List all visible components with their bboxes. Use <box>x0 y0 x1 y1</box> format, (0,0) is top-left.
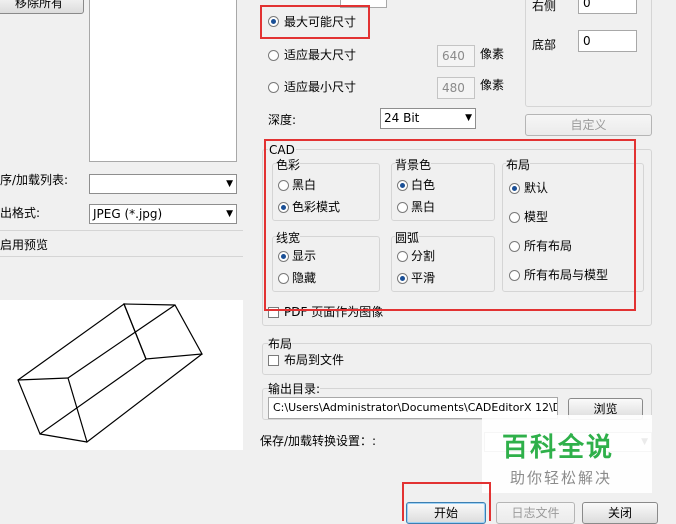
fit-max-size-label: 适应最大尺寸 <box>284 48 357 62</box>
depth-value: 24 Bit <box>384 111 420 125</box>
right-margin-label: 右侧 <box>532 0 557 13</box>
highlight-start <box>402 482 491 521</box>
save-load-list-label: 序/加载列表: <box>0 173 69 187</box>
bottom-margin-input[interactable]: 0 <box>578 30 637 52</box>
margins-group <box>525 0 652 107</box>
right-margin-input[interactable]: 0 <box>578 0 637 14</box>
chevron-down-icon: ▼ <box>226 209 233 219</box>
highlight-cad-options <box>264 139 636 311</box>
output-dir-label: 输出目录: <box>268 381 321 397</box>
save-load-settings-label: 保存/加载转换设置：: <box>260 434 377 448</box>
divider <box>0 256 243 257</box>
pixel-unit-label: 像素 <box>480 78 505 92</box>
layout-to-file-checkbox[interactable] <box>268 355 279 366</box>
layout-to-file-label: 布局到文件 <box>284 353 345 367</box>
fit-min-size-radio[interactable] <box>268 82 279 93</box>
chevron-down-icon: ▼ <box>226 179 233 189</box>
file-list-box[interactable] <box>89 0 237 162</box>
highlight-max-size <box>260 5 370 39</box>
layout-section-label: 布局 <box>268 336 293 352</box>
save-load-list-select[interactable]: ▼ <box>89 174 237 194</box>
preview-canvas <box>0 300 243 450</box>
watermark-subtitle: 助你轻松解决 <box>510 469 613 487</box>
depth-label: 深度: <box>268 113 297 127</box>
watermark-title: 百科全说 <box>502 433 615 463</box>
enable-preview-label: 启用预览 <box>0 238 49 252</box>
output-format-value: JPEG (*.jpg) <box>93 207 163 221</box>
chevron-down-icon: ▼ <box>465 113 472 123</box>
output-format-select[interactable]: JPEG (*.jpg) ▼ <box>89 204 237 224</box>
depth-select[interactable]: 24 Bit ▼ <box>380 108 476 129</box>
bottom-margin-label: 底部 <box>532 38 557 52</box>
preview-box-wireframe <box>17 303 203 444</box>
remove-all-button[interactable]: 移除所有 <box>0 0 84 14</box>
custom-button[interactable]: 自定义 <box>525 114 652 136</box>
output-format-label: 出格式: <box>0 206 41 220</box>
width-input[interactable]: 640 <box>437 45 475 67</box>
pixel-unit-label: 像素 <box>480 47 505 61</box>
fit-max-size-radio[interactable] <box>268 50 279 61</box>
fit-min-size-label: 适应最小尺寸 <box>284 80 357 94</box>
height-input[interactable]: 480 <box>437 77 475 99</box>
divider <box>0 230 243 231</box>
